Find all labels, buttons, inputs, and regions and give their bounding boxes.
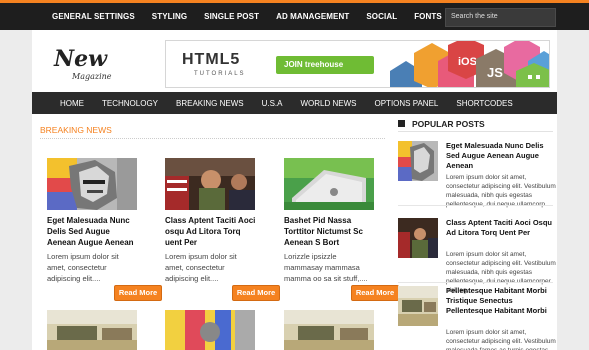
post-thumbnail[interactable] [284,158,374,210]
item-divider [398,282,553,283]
read-more-button[interactable]: Read More [232,285,280,301]
section-divider [40,138,385,139]
site-logo[interactable]: New Magazine [54,48,124,88]
post-thumbnail[interactable] [165,310,255,350]
post-title[interactable]: Class Aptent Taciti Aoci osqu Ad Litora … [165,215,257,249]
logo-subtitle: Magazine [72,72,112,81]
popular-post-title[interactable]: Eget Malesuada Nunc Delis Sed Augue Aene… [446,141,556,171]
topnav-ad-management[interactable]: AD MANAGEMENT [276,12,349,21]
post-thumbnail[interactable] [398,141,438,181]
topnav-social[interactable]: SOCIAL [366,12,397,21]
nav-shortcodes[interactable]: SHORTCODES [456,99,512,108]
nav-home[interactable]: HOME [60,99,84,108]
nav-world-news[interactable]: WORLD NEWS [301,99,357,108]
post-excerpt: Lorem ipsum dolor sit amet, consectetur … [165,252,237,283]
nav-technology[interactable]: TECHNOLOGY [102,99,158,108]
main-nav: HOME TECHNOLOGY BREAKING NEWS U.S.A WORL… [32,92,557,114]
topnav-fonts[interactable]: FONTS [414,12,442,21]
banner-button-brand: treehouse [304,60,344,69]
post-thumbnail[interactable] [284,310,374,350]
post-excerpt: Lorizzle ipsizzle mammasay mammasa mamma… [284,252,368,283]
post-thumbnail[interactable] [47,310,137,350]
item-divider [398,205,553,206]
banner-button-prefix: JOIN [284,60,305,69]
post-thumbnail[interactable] [398,218,438,258]
topnav-styling[interactable]: STYLING [152,12,187,21]
banner-ad[interactable]: HTML5 TUTORIALS JOIN treehouse iOS JS [165,40,550,88]
popular-post-excerpt: Lorem ipsum dolor sit amet, consectetur … [446,174,556,208]
post-excerpt: Lorem ipsum dolor sit amet, consectetur … [47,252,119,283]
sidebar-divider [398,131,553,132]
nav-usa[interactable]: U.S.A [262,99,283,108]
search-input[interactable]: Search the site [445,8,556,27]
topnav-single-post[interactable]: SINGLE POST [204,12,259,21]
popular-post-title[interactable]: Class Aptent Taciti Aoci Osqu Ad Litora … [446,218,556,238]
nav-breaking-news[interactable]: BREAKING NEWS [176,99,244,108]
breaking-news-heading: BREAKING NEWS [40,125,112,135]
nav-options-panel[interactable]: OPTIONS PANEL [375,99,439,108]
post-card: Class Aptent Taciti Aoci osqu Ad Litora … [165,158,280,301]
post-card: Bashet Pid Nassa Torttitor Nictumst Sc A… [284,158,399,301]
post-card: Eget Malesuada Nunc Delis Sed Augue Aene… [47,158,162,301]
topnav-general-settings[interactable]: GENERAL SETTINGS [52,12,135,21]
join-treehouse-button[interactable]: JOIN treehouse [276,56,374,74]
top-nav: GENERAL SETTINGS STYLING SINGLE POST AD … [52,3,459,30]
popular-posts-heading: POPULAR POSTS [412,119,485,129]
page-container: New Magazine HTML5 TUTORIALS JOIN treeho… [32,30,557,350]
popular-post-excerpt: Lorem ipsum dolor sit amet, consectetur … [446,329,556,350]
post-title[interactable]: Eget Malesuada Nunc Delis Sed Augue Aene… [47,215,139,249]
read-more-button[interactable]: Read More [114,285,162,301]
post-thumbnail[interactable] [165,158,255,210]
logo-title: New [54,46,108,72]
read-more-button[interactable]: Read More [351,285,399,301]
post-thumbnail[interactable] [47,158,137,210]
popular-post-title[interactable]: Pellentesque Habitant Morbi Tristique Se… [446,286,556,316]
square-bullet-icon [398,120,405,127]
hex-label-js: JS [487,65,503,80]
top-bar: GENERAL SETTINGS STYLING SINGLE POST AD … [0,0,589,30]
hexagon-pattern-icon: iOS JS [388,41,549,87]
post-thumbnail[interactable] [398,286,438,326]
hex-label-ios: iOS [458,56,477,68]
banner-subtitle: TUTORIALS [194,71,246,77]
post-title[interactable]: Bashet Pid Nassa Torttitor Nictumst Sc A… [284,215,376,249]
banner-title: HTML5 [182,51,241,68]
